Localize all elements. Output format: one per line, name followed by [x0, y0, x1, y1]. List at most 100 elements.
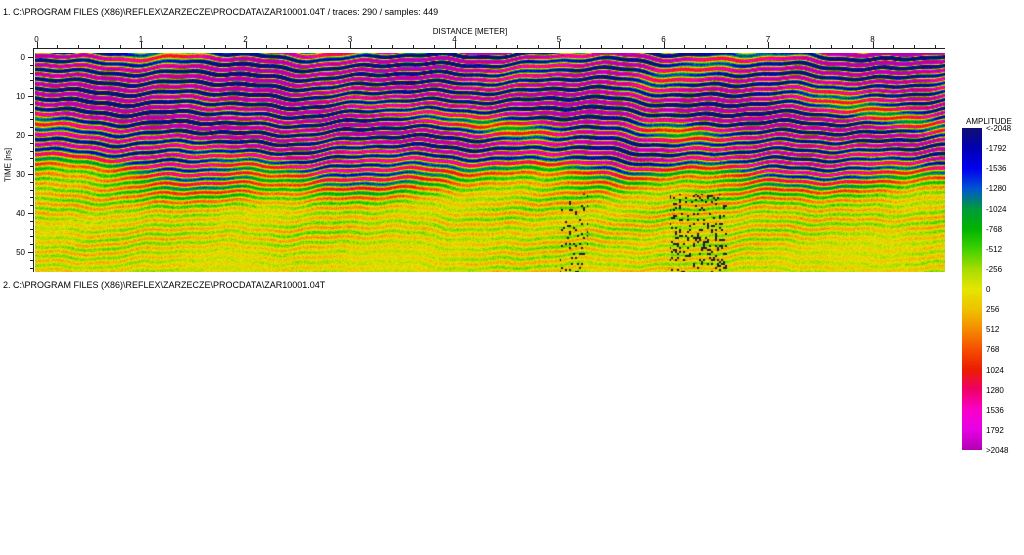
y-tick-label: 50	[16, 248, 25, 257]
x-minor-tick	[935, 45, 937, 48]
section1-title: 1. C:\PROGRAM FILES (X86)\REFLEX\ZARZECZ…	[3, 7, 439, 17]
y-tick-label: 0	[20, 53, 25, 62]
x-tick-label: 5	[556, 35, 562, 44]
y-minor-tick	[30, 244, 33, 246]
y-minor-tick	[30, 267, 33, 269]
y-tick-label: 30	[16, 170, 25, 179]
x-minor-tick	[433, 45, 435, 48]
x-minor-tick	[329, 45, 331, 48]
colorbar-tick-label: -1024	[986, 204, 1007, 214]
y-minor-tick	[30, 142, 33, 144]
time-axis-label: TIME [ns]	[3, 147, 13, 183]
x-minor-tick	[182, 45, 184, 48]
colorbar-tick-label: 1792	[986, 425, 1004, 435]
colorbar-tick-label: 256	[986, 305, 1000, 315]
colorbar-tick-label: -768	[986, 224, 1003, 234]
colorbar-tick-label: 1536	[986, 405, 1004, 415]
y-minor-tick	[30, 158, 33, 160]
x-minor-tick	[496, 45, 498, 48]
x-minor-tick	[579, 45, 581, 48]
colorbar-tick-label: >2048	[986, 446, 1009, 455]
y-tick-label: 10	[16, 92, 25, 101]
x-tick-label: 3	[347, 35, 353, 44]
y-major-tick	[28, 174, 33, 175]
y-minor-tick	[30, 236, 33, 238]
x-minor-tick	[412, 45, 414, 48]
x-minor-tick	[391, 45, 393, 48]
x-minor-tick	[747, 45, 749, 48]
reflex-viewer-window: 1. C:\PROGRAM FILES (X86)\REFLEX\ZARZECZ…	[0, 0, 1024, 555]
x-minor-tick	[600, 45, 602, 48]
x-minor-tick	[705, 45, 707, 48]
distance-axis-line	[34, 48, 945, 49]
x-minor-tick	[370, 45, 372, 48]
x-minor-tick	[266, 45, 268, 48]
x-minor-tick	[517, 45, 519, 48]
x-minor-tick	[851, 45, 853, 48]
x-minor-tick	[57, 45, 59, 48]
x-minor-tick	[642, 45, 644, 48]
x-minor-tick	[224, 45, 226, 48]
radargram-canvas	[35, 53, 945, 272]
colorbar-tick-label: -1280	[986, 184, 1007, 194]
colorbar-tick-label: 768	[986, 345, 1000, 355]
x-minor-tick	[893, 45, 895, 48]
x-tick-label: 2	[243, 35, 248, 44]
y-minor-tick	[30, 80, 33, 82]
x-minor-tick	[99, 45, 101, 48]
x-minor-tick	[726, 45, 728, 48]
x-minor-tick	[308, 45, 310, 48]
section2-title: 2. C:\PROGRAM FILES (X86)\REFLEX\ZARZECZ…	[3, 280, 326, 290]
y-minor-tick	[30, 111, 33, 113]
y-minor-tick	[30, 197, 33, 199]
colorbar-tick-label: -1536	[986, 164, 1007, 174]
x-tick-label: 7	[765, 35, 771, 44]
x-minor-tick	[78, 45, 80, 48]
colorbar-tick-label: 0	[986, 285, 991, 294]
y-minor-tick	[30, 166, 33, 168]
x-minor-tick	[830, 45, 832, 48]
y-major-tick	[28, 213, 33, 214]
y-major-tick	[28, 135, 33, 136]
colorbar-gradient-canvas	[962, 128, 982, 450]
colorbar-tick-label: -512	[986, 244, 1003, 254]
x-minor-tick	[621, 45, 623, 48]
x-tick-label: 8	[870, 35, 875, 44]
y-minor-tick	[30, 228, 33, 230]
x-tick-label: 4	[452, 35, 457, 44]
y-minor-tick	[30, 205, 33, 207]
colorbar-tick-label: 512	[986, 325, 1000, 335]
y-minor-tick	[30, 72, 33, 74]
x-minor-tick	[914, 45, 916, 48]
x-minor-tick	[203, 45, 205, 48]
x-minor-tick	[684, 45, 686, 48]
x-minor-tick	[287, 45, 289, 48]
y-tick-label: 20	[16, 131, 25, 140]
y-minor-tick	[30, 150, 33, 152]
x-minor-tick	[120, 45, 122, 48]
x-minor-tick	[538, 45, 540, 48]
y-minor-tick	[30, 103, 33, 105]
y-minor-tick	[30, 88, 33, 90]
x-minor-tick	[475, 45, 477, 48]
y-major-tick	[28, 96, 33, 97]
y-minor-tick	[30, 189, 33, 191]
y-minor-tick	[30, 127, 33, 129]
y-minor-tick	[30, 259, 33, 261]
x-tick-label: 0	[34, 35, 39, 44]
colorbar-tick-label: -256	[986, 264, 1003, 274]
y-tick-label: 40	[16, 209, 25, 218]
x-tick-label: 6	[661, 35, 666, 44]
colorbar-tick-label: 1280	[986, 385, 1004, 395]
x-minor-tick	[161, 45, 163, 48]
y-minor-tick	[30, 181, 33, 183]
colorbar-tick-label: -1792	[986, 144, 1007, 154]
x-minor-tick	[809, 45, 811, 48]
colorbar-tick-label: 1024	[986, 365, 1004, 375]
x-tick-label: 1	[138, 35, 144, 44]
y-major-tick	[28, 252, 33, 253]
colorbar-tick-label: <-2048	[986, 124, 1012, 133]
y-minor-tick	[30, 220, 33, 222]
y-major-tick	[28, 57, 33, 58]
x-minor-tick	[788, 45, 790, 48]
